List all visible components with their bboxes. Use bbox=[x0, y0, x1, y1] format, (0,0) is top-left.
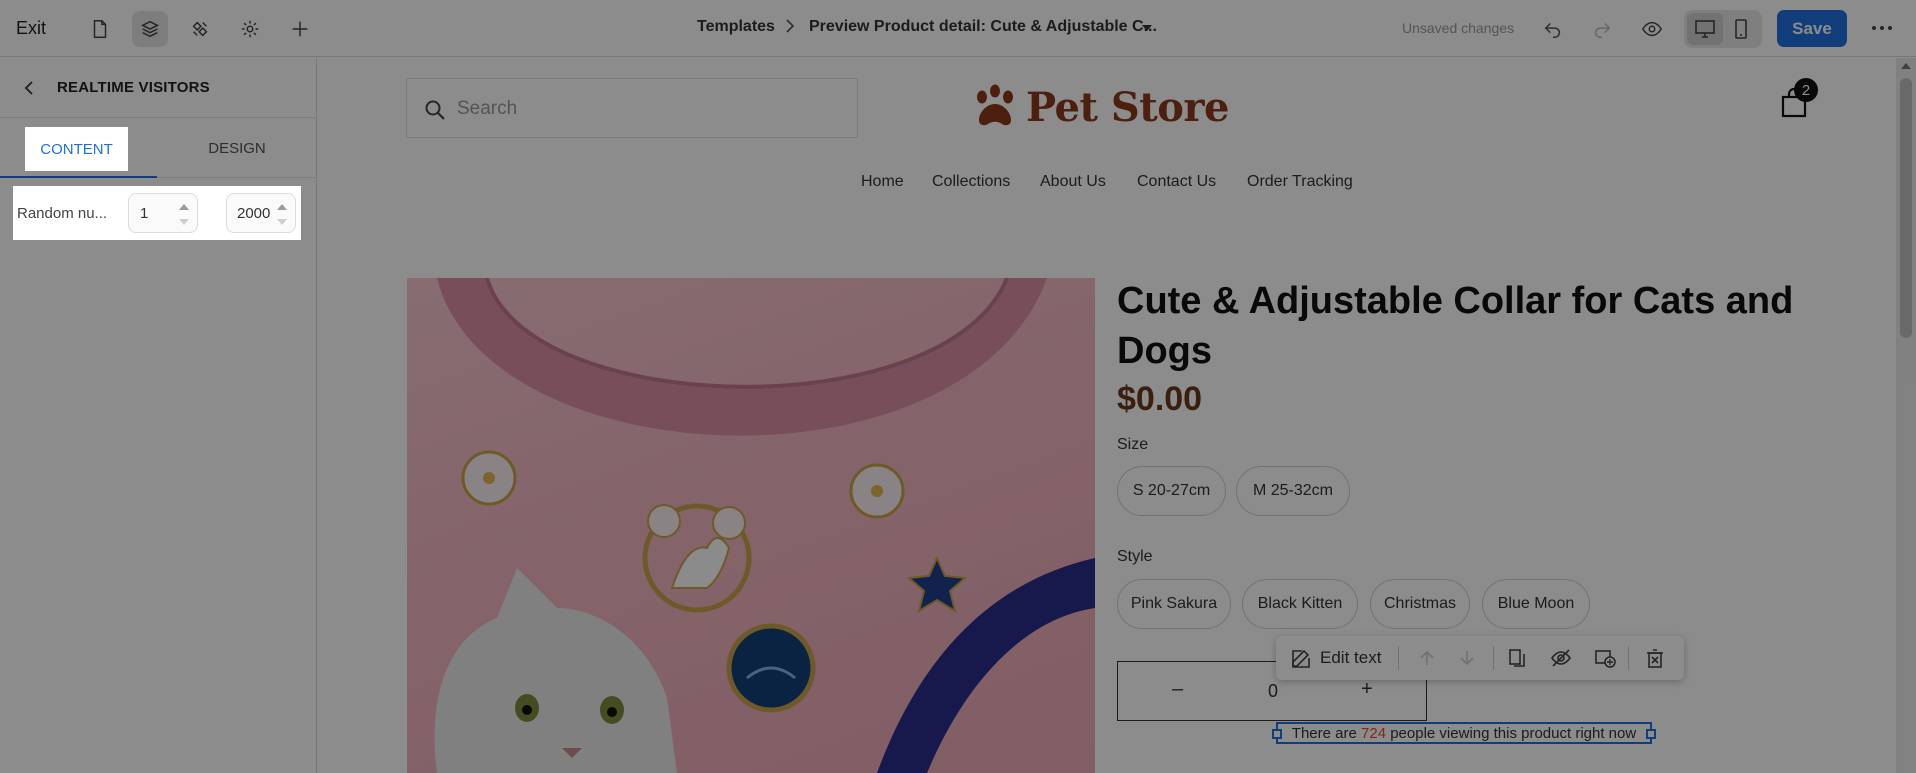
min-number-input[interactable]: 1 bbox=[128, 193, 198, 233]
product-image[interactable] bbox=[407, 278, 1095, 773]
quantity-decrement[interactable]: – bbox=[1172, 678, 1183, 701]
undo-icon[interactable] bbox=[1535, 11, 1571, 47]
tab-design[interactable]: DESIGN bbox=[157, 118, 317, 178]
caret-down-icon[interactable] bbox=[1141, 24, 1153, 32]
edit-text-label: Edit text bbox=[1320, 648, 1382, 667]
size-label: Size bbox=[1117, 436, 1149, 453]
edit-text-button[interactable]: Edit text bbox=[1290, 647, 1381, 669]
viewers-prefix: There are bbox=[1291, 724, 1357, 742]
sakura-charm-left bbox=[461, 450, 517, 506]
breadcrumb-root[interactable]: Templates bbox=[697, 18, 775, 36]
min-number-value: 1 bbox=[140, 205, 149, 222]
max-number-input[interactable]: 2000 bbox=[226, 193, 296, 233]
search-icon bbox=[425, 100, 445, 120]
style-option-blue-moon[interactable]: Blue Moon bbox=[1482, 579, 1590, 629]
back-arrow-icon[interactable] bbox=[19, 78, 39, 98]
unsaved-status: Unsaved changes bbox=[1402, 20, 1515, 36]
panel-header: REALTIME VISITORS bbox=[0, 58, 317, 118]
move-down-icon[interactable] bbox=[1456, 647, 1478, 669]
spin-up-icon[interactable] bbox=[277, 204, 287, 210]
size-option-s[interactable]: S 20-27cm bbox=[1117, 466, 1226, 516]
add-section-icon[interactable] bbox=[1594, 647, 1616, 669]
realtime-visitors-text[interactable]: There are 724 people viewing this produc… bbox=[1272, 722, 1656, 744]
cat-charm bbox=[642, 503, 752, 613]
spin-down-icon[interactable] bbox=[277, 219, 287, 225]
divider bbox=[1493, 646, 1494, 670]
quantity-increment[interactable]: + bbox=[1361, 678, 1373, 701]
spin-up-icon[interactable] bbox=[179, 204, 189, 210]
logo-text: Pet Store bbox=[1026, 84, 1229, 131]
scroll-up-arrow[interactable] bbox=[1901, 63, 1911, 69]
highlighted-random-number-row: Random nu... 1 2000 bbox=[13, 186, 301, 240]
chevron-right-icon bbox=[786, 19, 795, 33]
moon-charm bbox=[726, 623, 816, 713]
cart-count-badge: 2 bbox=[1794, 78, 1818, 102]
spin-down-icon[interactable] bbox=[179, 219, 189, 225]
nav-collections[interactable]: Collections bbox=[932, 173, 1010, 191]
top-bar: Exit Templates Preview Product detail: C… bbox=[0, 0, 1916, 57]
search-input[interactable]: Search bbox=[406, 78, 858, 138]
desktop-icon[interactable] bbox=[1687, 13, 1723, 45]
cart-button[interactable]: 2 bbox=[1778, 78, 1818, 122]
max-number-value: 2000 bbox=[237, 205, 271, 222]
search-placeholder: Search bbox=[457, 98, 518, 119]
resize-handle-right[interactable] bbox=[1646, 729, 1656, 739]
duplicate-icon[interactable] bbox=[1506, 647, 1528, 669]
nav-about-us[interactable]: About Us bbox=[1040, 173, 1106, 191]
device-toggle bbox=[1684, 10, 1762, 48]
style-option-pink-sakura[interactable]: Pink Sakura bbox=[1117, 579, 1231, 629]
hide-icon[interactable] bbox=[1550, 647, 1572, 669]
product-title: Cute & Adjustable Collar for Cats and Do… bbox=[1117, 280, 1794, 372]
random-number-label: Random nu... bbox=[17, 205, 108, 222]
canvas-scrollbar[interactable] bbox=[1896, 58, 1916, 773]
size-option-m[interactable]: M 25-32cm bbox=[1236, 466, 1350, 516]
plus-icon[interactable] bbox=[282, 11, 318, 47]
nav-order-tracking[interactable]: Order Tracking bbox=[1247, 173, 1353, 191]
exit-button[interactable]: Exit bbox=[16, 18, 46, 39]
sakura-charm-right bbox=[849, 463, 905, 519]
viewers-suffix: people viewing this product right now bbox=[1390, 724, 1637, 742]
mobile-icon[interactable] bbox=[1723, 13, 1759, 45]
highlighted-tab-content[interactable]: CONTENT bbox=[25, 127, 128, 171]
breadcrumb-current[interactable]: Preview Product detail: Cute & Adjustabl… bbox=[809, 18, 1157, 36]
pencil-icon bbox=[1292, 649, 1310, 668]
panel-title: REALTIME VISITORS bbox=[57, 79, 210, 96]
apps-icon[interactable] bbox=[182, 11, 218, 47]
paw-icon bbox=[977, 84, 1013, 126]
element-toolbar: Edit text bbox=[1276, 636, 1684, 680]
eye-icon[interactable] bbox=[1634, 11, 1670, 47]
cat-photo bbox=[434, 568, 677, 773]
page-icon[interactable] bbox=[82, 11, 118, 47]
store-nav: Home Collections About Us Contact Us Ord… bbox=[318, 173, 1896, 197]
resize-handle-left[interactable] bbox=[1272, 729, 1282, 739]
quantity-value[interactable]: 0 bbox=[1268, 681, 1278, 702]
move-up-icon[interactable] bbox=[1416, 647, 1438, 669]
product-price: $0.00 bbox=[1117, 380, 1203, 418]
save-button[interactable]: Save bbox=[1777, 10, 1847, 47]
layers-icon[interactable] bbox=[132, 11, 168, 47]
divider bbox=[1628, 646, 1629, 670]
divider bbox=[1398, 646, 1399, 670]
style-option-black-kitten[interactable]: Black Kitten bbox=[1242, 579, 1358, 629]
scroll-thumb[interactable] bbox=[1900, 78, 1912, 338]
product-photo bbox=[434, 278, 1095, 773]
store-logo[interactable]: Pet Store bbox=[970, 78, 1270, 138]
style-option-christmas[interactable]: Christmas bbox=[1370, 579, 1470, 629]
delete-icon[interactable] bbox=[1644, 647, 1666, 669]
preview-canvas: Search Pet Store 2 Home Collections Abou… bbox=[318, 58, 1916, 773]
redo-icon[interactable] bbox=[1584, 11, 1620, 47]
nav-home[interactable]: Home bbox=[861, 173, 904, 191]
more-icon[interactable] bbox=[1866, 12, 1898, 44]
nav-contact-us[interactable]: Contact Us bbox=[1137, 173, 1216, 191]
viewers-count: 724 bbox=[1361, 724, 1387, 742]
gear-icon[interactable] bbox=[232, 11, 268, 47]
style-label: Style bbox=[1117, 548, 1153, 565]
